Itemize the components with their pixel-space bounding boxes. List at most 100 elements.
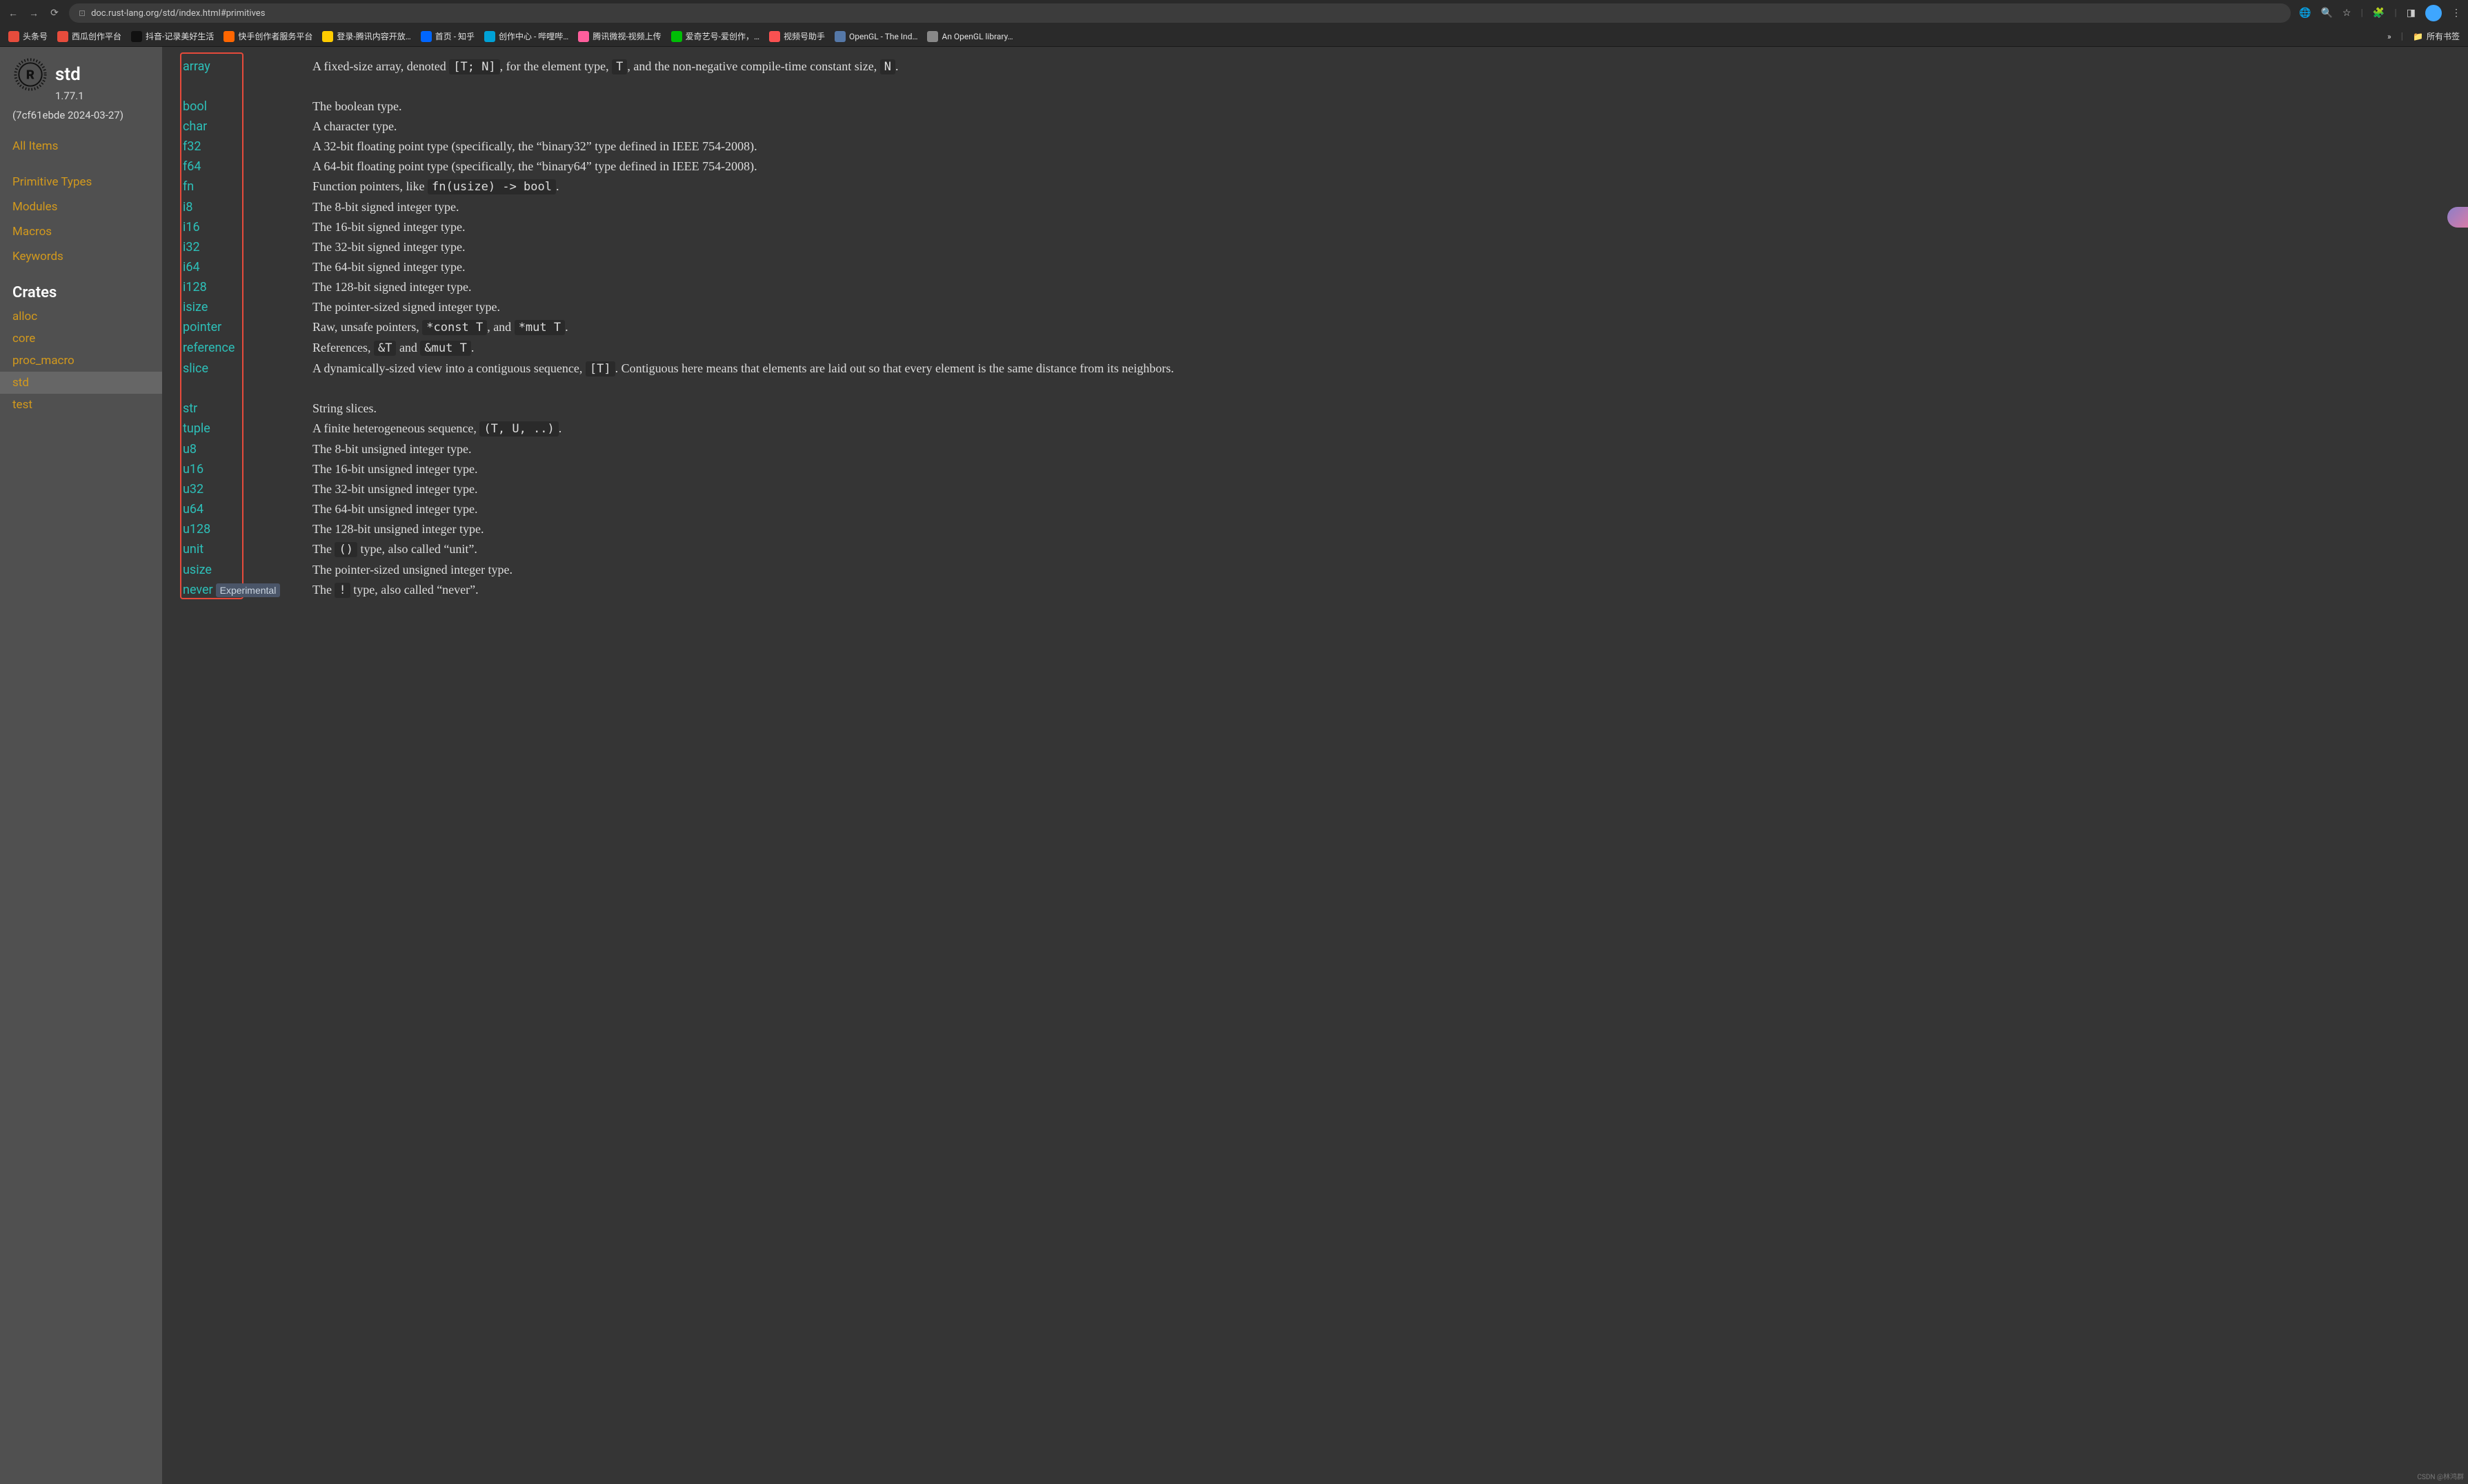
bookmark-item[interactable]: 腾讯微视-视频上传: [578, 30, 661, 42]
bookmark-item[interactable]: 登录-腾讯内容开放…: [322, 30, 410, 42]
crate-link-test[interactable]: test: [12, 394, 162, 416]
bookmark-favicon: [223, 31, 235, 42]
bookmark-label: 抖音-记录美好生活: [146, 30, 214, 42]
primitive-link-i64[interactable]: i64: [183, 257, 312, 277]
translate-icon[interactable]: 🌐: [2299, 8, 2311, 19]
primitive-description: A character type.: [312, 117, 2454, 137]
bookmark-item[interactable]: 抖音-记录美好生活: [131, 30, 214, 42]
profile-avatar[interactable]: [2425, 5, 2442, 21]
primitive-link-usize[interactable]: usize: [183, 560, 312, 580]
table-row: arrayA fixed-size array, denoted [T; N],…: [183, 57, 2454, 97]
primitive-link-f32[interactable]: f32: [183, 137, 312, 157]
primitive-link-i32[interactable]: i32: [183, 237, 312, 257]
primitive-link-reference[interactable]: reference: [183, 338, 312, 358]
sidebar-nav-macros[interactable]: Macros: [12, 219, 162, 244]
primitive-description: Function pointers, like fn(usize) -> boo…: [312, 177, 2454, 197]
primitive-description: The pointer-sized signed integer type.: [312, 297, 2454, 317]
bookmark-item[interactable]: 头条号: [8, 30, 48, 42]
bookmark-label: OpenGL - The Ind…: [849, 32, 917, 41]
url-text: doc.rust-lang.org/std/index.html#primiti…: [91, 8, 265, 19]
crate-link-proc_macro[interactable]: proc_macro: [12, 350, 162, 372]
crate-version: 1.77.1: [55, 90, 162, 102]
inline-code: *mut T: [515, 320, 565, 335]
sidebar-nav-modules[interactable]: Modules: [12, 194, 162, 219]
primitive-description: The 128-bit signed integer type.: [312, 277, 2454, 297]
table-row: f64A 64-bit floating point type (specifi…: [183, 157, 2454, 177]
table-row: charA character type.: [183, 117, 2454, 137]
bookmark-item[interactable]: 视频号助手: [769, 30, 825, 42]
inline-code: &mut T: [420, 341, 470, 356]
inline-code: fn(usize) -> bool: [428, 179, 556, 194]
sidebar-nav-keywords[interactable]: Keywords: [12, 244, 162, 269]
primitive-link-u16[interactable]: u16: [183, 459, 312, 479]
back-button[interactable]: ←: [7, 8, 19, 19]
primitive-link-str[interactable]: str: [183, 399, 312, 419]
bookmark-item[interactable]: 快手创作者服务平台: [223, 30, 312, 42]
forward-button[interactable]: →: [28, 8, 40, 19]
primitive-link-i16[interactable]: i16: [183, 217, 312, 237]
bookmark-label: 快手创作者服务平台: [238, 30, 312, 42]
primitive-description: References, &T and &mut T.: [312, 338, 2454, 359]
sidepanel-icon[interactable]: ◨: [2407, 8, 2416, 19]
table-row: f32A 32-bit floating point type (specifi…: [183, 137, 2454, 157]
primitive-link-u64[interactable]: u64: [183, 499, 312, 519]
primitive-description: The boolean type.: [312, 97, 2454, 117]
bookmark-item[interactable]: 首页 - 知乎: [421, 30, 475, 42]
bookmark-item[interactable]: 爱奇艺号-爱创作，…: [671, 30, 759, 42]
site-info-icon[interactable]: ⊡: [79, 8, 86, 18]
primitive-link-slice[interactable]: slice: [183, 359, 312, 379]
sidebar-nav-primitive-types[interactable]: Primitive Types: [12, 170, 162, 194]
bookmark-item[interactable]: OpenGL - The Ind…: [835, 31, 917, 42]
primitive-description: The 8-bit unsigned integer type.: [312, 439, 2454, 459]
table-row: u128The 128-bit unsigned integer type.: [183, 519, 2454, 539]
url-bar[interactable]: ⊡ doc.rust-lang.org/std/index.html#primi…: [69, 3, 2291, 23]
bookmark-label: 腾讯微视-视频上传: [593, 30, 661, 42]
crates-section-title: Crates: [12, 284, 162, 301]
bookmark-favicon: [322, 31, 333, 42]
primitive-link-fn[interactable]: fn: [183, 177, 312, 197]
reload-button[interactable]: ⟳: [48, 8, 61, 19]
bookmark-item[interactable]: 西瓜创作平台: [57, 30, 121, 42]
primitive-description: The 128-bit unsigned integer type.: [312, 519, 2454, 539]
primitive-description: A 64-bit floating point type (specifical…: [312, 157, 2454, 177]
table-row: u32The 32-bit unsigned integer type.: [183, 479, 2454, 499]
all-bookmarks[interactable]: 📁 所有书签: [2413, 30, 2460, 42]
primitive-link-never[interactable]: neverExperimental: [183, 580, 312, 601]
primitive-link-isize[interactable]: isize: [183, 297, 312, 317]
primitive-link-f64[interactable]: f64: [183, 157, 312, 177]
bookmark-item[interactable]: An OpenGL library…: [927, 31, 1013, 42]
extensions-icon[interactable]: 🧩: [2373, 8, 2385, 19]
bookmark-item[interactable]: 创作中心 - 哔哩哔…: [484, 30, 568, 42]
primitive-link-u8[interactable]: u8: [183, 439, 312, 459]
inline-code: (): [335, 542, 357, 557]
crate-title[interactable]: std: [55, 64, 81, 85]
crate-link-core[interactable]: core: [12, 328, 162, 350]
primitive-link-pointer[interactable]: pointer: [183, 317, 312, 337]
primitive-link-bool[interactable]: bool: [183, 97, 312, 117]
side-widget-icon[interactable]: [2447, 207, 2468, 228]
primitive-link-unit[interactable]: unit: [183, 539, 312, 559]
crate-link-std[interactable]: std: [0, 372, 162, 394]
folder-icon: 📁: [2413, 32, 2423, 41]
bookmark-label: 头条号: [23, 30, 48, 42]
watermark: CSDN @林鸿群: [2417, 1471, 2464, 1481]
primitive-link-u128[interactable]: u128: [183, 519, 312, 539]
primitive-link-u32[interactable]: u32: [183, 479, 312, 499]
bookmark-favicon: [484, 31, 495, 42]
inline-code: *const T: [422, 320, 487, 335]
menu-icon[interactable]: ⋮: [2451, 8, 2461, 19]
primitive-link-array[interactable]: array: [183, 57, 312, 77]
primitive-link-tuple[interactable]: tuple: [183, 419, 312, 439]
primitive-link-char[interactable]: char: [183, 117, 312, 137]
primitive-link-i8[interactable]: i8: [183, 197, 312, 217]
svg-text:R: R: [26, 67, 34, 82]
bookmark-star-icon[interactable]: ☆: [2342, 8, 2351, 19]
nav-all-items[interactable]: All Items: [12, 134, 162, 159]
bookmarks-overflow[interactable]: »: [2387, 32, 2391, 41]
experimental-badge: Experimental: [216, 583, 281, 597]
primitive-link-i128[interactable]: i128: [183, 277, 312, 297]
primitive-description: The 8-bit signed integer type.: [312, 197, 2454, 217]
crate-link-alloc[interactable]: alloc: [12, 305, 162, 328]
table-row: pointerRaw, unsafe pointers, *const T, a…: [183, 317, 2454, 338]
zoom-icon[interactable]: 🔍: [2320, 8, 2332, 19]
